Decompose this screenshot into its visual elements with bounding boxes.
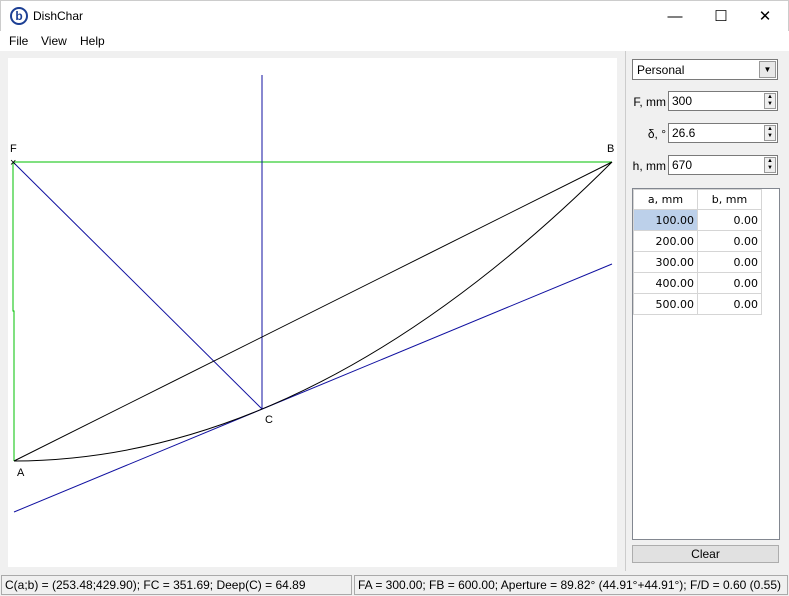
cell-b[interactable]: 0.00 — [697, 293, 762, 315]
title-bar: b DishChar — ☐ ✕ — [0, 0, 789, 31]
cell-a[interactable]: 300.00 — [633, 251, 698, 273]
dish-diagram: F B A C × — [10, 75, 614, 513]
points-table[interactable]: a, mm b, mm 100.00 0.00 200.00 0.00 300.00 0… — [632, 188, 780, 540]
f-value: 300 — [672, 94, 693, 108]
delta-value: 26.6 — [672, 126, 696, 140]
close-button[interactable]: ✕ — [742, 1, 788, 32]
chord-ab — [13, 161, 613, 462]
spinner-icon[interactable]: ▲ ▼ — [764, 93, 776, 109]
app-logo-icon: b — [10, 7, 28, 25]
maximize-button[interactable]: ☐ — [698, 1, 744, 32]
col-header-a[interactable]: a, mm — [633, 189, 698, 210]
table-row: 500.00 0.00 — [633, 293, 762, 315]
clear-button[interactable]: Clear — [632, 545, 779, 563]
delta-input[interactable]: 26.6 ▲ ▼ — [668, 123, 778, 143]
status-right: FA = 300.00; FB = 600.00; Aperture = 89.… — [354, 575, 788, 595]
label-a: A — [17, 467, 25, 479]
drawing-canvas[interactable]: F B A C × — [8, 58, 617, 567]
cell-a[interactable]: 400.00 — [633, 272, 698, 294]
menu-view[interactable]: View — [41, 34, 67, 48]
label-b: B — [607, 143, 614, 155]
spinner-icon[interactable]: ▲ ▼ — [764, 157, 776, 173]
col-header-b[interactable]: b, mm — [697, 189, 762, 210]
field-label-delta: δ, ° — [647, 127, 666, 141]
spinner-icon[interactable]: ▲ ▼ — [764, 125, 776, 141]
cell-b[interactable]: 0.00 — [697, 272, 762, 294]
focus-marker-icon: × — [10, 157, 16, 169]
h-input[interactable]: 670 ▲ ▼ — [668, 155, 778, 175]
field-label-f: F, mm — [633, 95, 666, 109]
table-row: 300.00 0.00 — [633, 251, 762, 273]
mode-select[interactable]: Personal ▼ — [632, 59, 778, 80]
cell-a[interactable]: 500.00 — [633, 293, 698, 315]
table-row: 100.00 0.00 — [633, 209, 762, 231]
cell-b[interactable]: 0.00 — [697, 251, 762, 273]
minimize-button[interactable]: — — [652, 1, 698, 32]
side-panel: Personal ▼ F, mm 300 ▲ ▼ δ, ° 26.6 ▲ ▼ h, mm… — [625, 51, 789, 571]
cell-a[interactable]: 200.00 — [633, 230, 698, 252]
mode-value: Personal — [637, 63, 685, 77]
menu-file[interactable]: File — [9, 34, 28, 48]
h-value: 670 — [672, 158, 693, 172]
label-f: F — [10, 143, 17, 155]
cell-b[interactable]: 0.00 — [697, 230, 762, 252]
cell-a[interactable]: 100.00 — [633, 209, 698, 231]
field-label-h: h, mm — [632, 159, 666, 173]
status-left: C(a;b) = (253.48;429.90); FC = 351.69; D… — [1, 575, 352, 595]
menu-bar: File View Help — [0, 31, 789, 51]
window-title: DishChar — [33, 9, 84, 23]
line-fc — [12, 161, 263, 410]
f-input[interactable]: 300 ▲ ▼ — [668, 91, 778, 111]
focal-vertical — [12, 162, 15, 461]
tangent-line — [13, 263, 613, 513]
cell-b[interactable]: 0.00 — [697, 209, 762, 231]
chevron-down-icon[interactable]: ▼ — [759, 61, 776, 78]
table-row: 200.00 0.00 — [633, 230, 762, 252]
menu-help[interactable]: Help — [80, 34, 105, 48]
table-row: 400.00 0.00 — [633, 272, 762, 294]
label-c: C — [265, 414, 273, 426]
